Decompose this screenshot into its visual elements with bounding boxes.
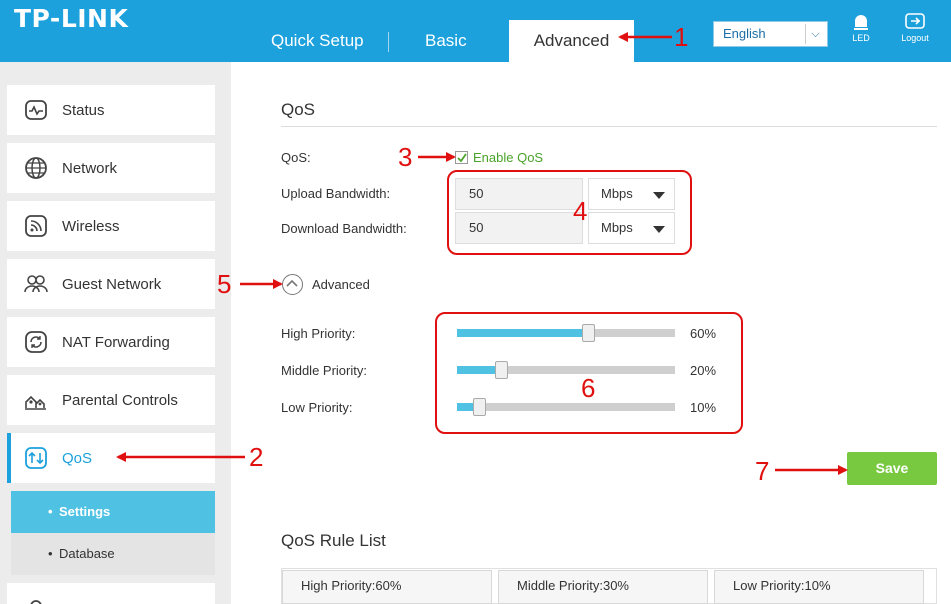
annotation-number-1: 1 — [674, 22, 689, 52]
sidebar-item-nat-forwarding[interactable]: NAT Forwarding — [7, 317, 215, 367]
checkmark-icon — [457, 153, 467, 163]
subitem-label: Database — [59, 546, 115, 561]
annotation-number-7: 7 — [755, 456, 770, 486]
bullet: • — [48, 504, 53, 519]
sidebar-item-guest-network[interactable]: Guest Network — [7, 259, 215, 309]
wireless-icon — [23, 213, 49, 239]
annotation-number-3: 3 — [398, 142, 413, 172]
chevron-down-icon: ⌵ — [805, 24, 825, 44]
sidebar-item-parental-controls[interactable]: Parental Controls — [7, 375, 215, 425]
annotation-number-6: 6 — [581, 373, 596, 403]
sidebar-item-network[interactable]: Network — [7, 143, 215, 193]
language-select[interactable]: English ⌵ — [713, 21, 828, 47]
qos-rule-table: High Priority:60% Middle Priority:30% Lo… — [281, 568, 937, 604]
subitem-label: Settings — [59, 504, 111, 519]
enable-qos-label[interactable]: Enable QoS — [473, 150, 543, 165]
tab-advanced[interactable]: Advanced — [509, 20, 634, 62]
annotation-number-2: 2 — [249, 442, 264, 472]
top-header: TP-LINK Quick Setup Basic Advanced Engli… — [0, 0, 951, 62]
save-button[interactable]: Save — [847, 452, 937, 485]
advanced-toggle-button[interactable] — [282, 274, 303, 295]
enable-qos-checkbox[interactable] — [455, 151, 468, 164]
tab-quick-setup[interactable]: Quick Setup — [271, 31, 364, 51]
tp-link-logo: TP-LINK — [14, 4, 129, 33]
sidebar-subitem-settings[interactable]: • Settings — [11, 491, 215, 533]
sidebar-item-label: Status — [62, 101, 105, 119]
rule-column-low: Low Priority:10% — [714, 570, 924, 604]
tab-basic[interactable]: Basic — [425, 31, 467, 51]
tab-divider — [388, 32, 389, 52]
sidebar-item-wireless[interactable]: Wireless — [7, 201, 215, 251]
sidebar-item-status[interactable]: Status — [7, 85, 215, 135]
sidebar-item-label: NAT Forwarding — [62, 333, 170, 351]
sidebar-item-label: Wireless — [62, 217, 120, 235]
parental-controls-icon — [23, 387, 49, 413]
qos-icon — [23, 445, 49, 471]
high-priority-label: High Priority: — [281, 326, 356, 341]
rule-column-high: High Priority:60% — [282, 570, 492, 604]
sidebar: Status Network Wireless Guest Network NA… — [0, 62, 231, 604]
rule-list-title: QoS Rule List — [281, 531, 386, 550]
qos-label: QoS: — [281, 150, 311, 165]
middle-priority-label: Middle Priority: — [281, 363, 367, 378]
rule-column-middle: Middle Priority:30% — [498, 570, 708, 604]
qos-section-title: QoS — [281, 100, 316, 119]
low-priority-label: Low Priority: — [281, 400, 353, 415]
sidebar-item-label: QoS — [62, 449, 93, 467]
led-label: LED — [852, 33, 870, 43]
advanced-label[interactable]: Advanced — [312, 277, 370, 292]
language-value: English — [723, 26, 766, 41]
sidebar-item-label: Guest Network — [62, 275, 162, 293]
sidebar-item-label: Network — [62, 159, 118, 177]
upload-bandwidth-label: Upload Bandwidth: — [281, 186, 391, 201]
annotation-number-5: 5 — [217, 269, 232, 299]
logout-label: Logout — [901, 33, 929, 43]
bullet: • — [48, 546, 53, 561]
led-button[interactable]: LED — [848, 13, 874, 43]
annotation-number-4: 4 — [573, 196, 588, 226]
logout-icon — [905, 13, 925, 29]
sidebar-item-qos[interactable]: QoS — [7, 433, 215, 483]
section-divider — [281, 126, 937, 127]
sidebar-subitem-database[interactable]: • Database — [11, 533, 215, 575]
nat-forwarding-icon — [23, 329, 49, 355]
sidebar-item-label: Parental Controls — [62, 391, 178, 409]
logout-button[interactable]: Logout — [895, 13, 935, 43]
user-icon — [23, 595, 49, 604]
annotation-box-4 — [447, 170, 692, 255]
led-bulb-icon — [854, 15, 868, 30]
chevron-up-icon — [286, 279, 298, 287]
guest-network-icon — [23, 271, 49, 297]
download-bandwidth-label: Download Bandwidth: — [281, 221, 407, 236]
globe-icon — [23, 155, 49, 181]
status-icon — [23, 97, 49, 123]
sidebar-item-next[interactable] — [7, 583, 215, 604]
